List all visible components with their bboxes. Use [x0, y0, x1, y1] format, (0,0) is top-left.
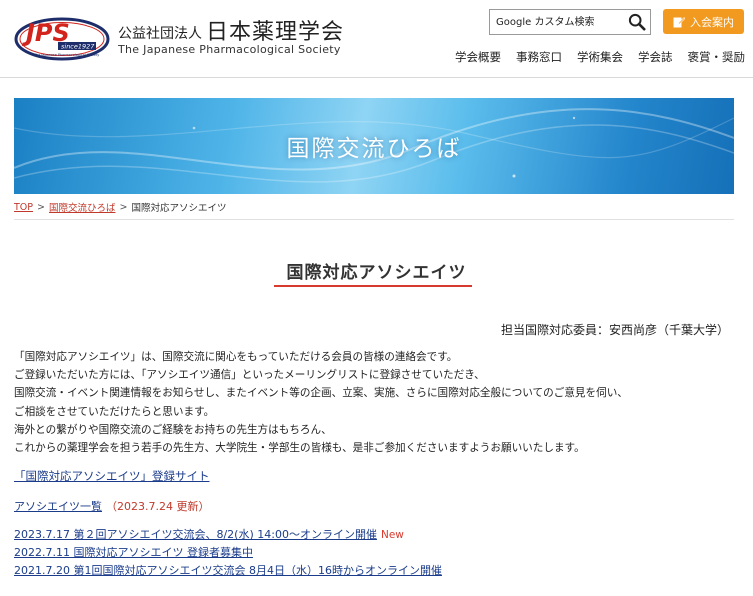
logo-since-text: since1927: [61, 43, 95, 51]
associates-list-link[interactable]: アソシエイツ一覧: [14, 498, 102, 514]
nav-item-awards[interactable]: 褒賞・奨励: [688, 49, 746, 65]
title-underline: [274, 285, 472, 287]
breadcrumb-current: 国際対応アソシエイツ: [131, 203, 227, 214]
breadcrumb-separator: >: [119, 201, 128, 213]
nav-item-journal[interactable]: 学会誌: [638, 49, 673, 65]
news-link[interactable]: 2023.7.17 第２回アソシエイツ交流会、8/2(水) 14:00〜オンライ…: [14, 528, 377, 541]
committee-member: 担当国際対応委員：安西尚彦（千葉大学）: [500, 323, 729, 337]
list-item: 2022.7.11 国際対応アソシエイツ 登録者募集中: [14, 544, 442, 562]
news-list: 2023.7.17 第２回アソシエイツ交流会、8/2(水) 14:00〜オンライ…: [14, 526, 442, 580]
list-item: 2023.7.17 第２回アソシエイツ交流会、8/2(水) 14:00〜オンライ…: [14, 526, 442, 544]
magnifier-icon: [628, 13, 646, 31]
join-button[interactable]: 入会案内: [663, 9, 744, 34]
breadcrumb-separator: >: [37, 201, 45, 213]
associates-update-date: （2023.7.24 更新）: [106, 500, 210, 513]
intro-line: 「国際対応アソシエイツ」は、国際交流に関心をもっていただける会員の皆様の連絡会で…: [14, 351, 458, 363]
join-button-label: 入会案内: [690, 15, 734, 29]
pencil-note-icon: [673, 16, 685, 27]
intro-line: これからの薬理学会を担う若手の先生方、大学院生・学部生の皆様も、是非ご参加くださ…: [14, 442, 585, 455]
search-box: [489, 9, 651, 35]
registration-site-link[interactable]: 「国際対応アソシエイツ」登録サイト: [14, 468, 210, 484]
news-link[interactable]: 2021.7.20 第1回国際対応アソシエイツ交流会 8月4日（水）16時からオ…: [14, 564, 442, 577]
intro-line: 海外との繋がりや国際交流のご経験をお持ちの先生方はもちろん、: [14, 423, 332, 436]
org-prefix: 公益社団法人: [118, 26, 202, 42]
nav-item-office[interactable]: 事務窓口: [516, 49, 562, 65]
breadcrumb: TOP > 国際交流ひろば > 国際対応アソシエイツ: [14, 200, 227, 215]
page-banner: 国際交流ひろば: [14, 98, 734, 194]
breadcrumb-divider: [14, 219, 734, 220]
intro-text: 「国際対応アソシエイツ」は、国際交流に関心をもっていただける会員の皆様の連絡会で…: [14, 348, 734, 457]
nav-item-meetings[interactable]: 学術集会: [577, 49, 623, 65]
associates-list-row: アソシエイツ一覧 （2023.7.24 更新）: [14, 498, 209, 514]
org-name-en: The Japanese Pharmacological Society: [118, 43, 341, 56]
breadcrumb-top-link[interactable]: TOP: [14, 202, 33, 213]
banner-title: 国際交流ひろば: [286, 136, 462, 162]
new-badge: New: [380, 529, 404, 541]
jps-logo-icon: JPS since1927 The Japanese Pharmacologic…: [14, 17, 110, 61]
news-link[interactable]: 2022.7.11 国際対応アソシエイツ 登録者募集中: [14, 546, 253, 559]
intro-line: ご相談をさせていただけたらと思います。: [14, 405, 215, 418]
breadcrumb-international-link[interactable]: 国際交流ひろば: [49, 200, 116, 214]
nav-item-about[interactable]: 学会概要: [455, 49, 501, 65]
search-input[interactable]: [490, 10, 624, 34]
jps-logo[interactable]: JPS since1927 The Japanese Pharmacologic…: [14, 14, 111, 62]
global-nav: 学会概要 事務窓口 学術集会 学会誌 褒賞・奨励: [455, 49, 745, 65]
search-button[interactable]: [626, 11, 648, 33]
intro-line: ご登録いただいた方には、「アソシエイツ通信」といったメーリングリストに登録させて…: [14, 369, 485, 382]
site-header: JPS since1927 The Japanese Pharmacologic…: [0, 0, 753, 78]
page-title: 国際対応アソシエイツ: [286, 263, 467, 283]
org-name[interactable]: 日本薬理学会: [206, 14, 344, 46]
intro-line: 国際交流・イベント関連情報をお知らせし、またイベント等の企画、立案、実施、さらに…: [14, 387, 628, 400]
list-item: 2021.7.20 第1回国際対応アソシエイツ交流会 8月4日（水）16時からオ…: [14, 562, 442, 580]
logo-sub-text: The Japanese Pharmacological Society: [33, 53, 99, 57]
